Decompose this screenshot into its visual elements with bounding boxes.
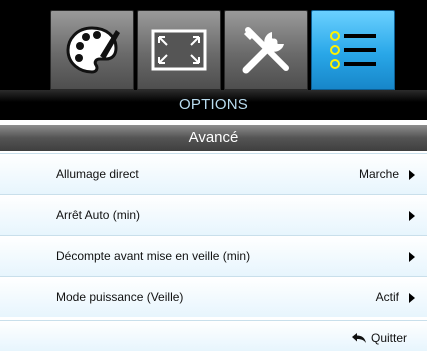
palette-icon [66,26,120,74]
tab-image-settings[interactable] [50,10,134,90]
menu-item-arret-auto[interactable]: Arrêt Auto (min) [0,194,427,235]
menu-item-label: Arrêt Auto (min) [56,208,141,222]
return-arrow-icon [351,333,366,343]
menu-item-allumage-direct[interactable]: Allumage direct Marche [0,153,427,194]
menu-item-label: Mode puissance (Veille) [56,290,184,304]
tab-options[interactable] [311,10,395,90]
chevron-right-icon [409,170,415,180]
chevron-right-icon [409,211,415,221]
chevron-right-icon [409,252,415,262]
screen-resize-icon [151,29,207,71]
page-title: OPTIONS [0,90,427,120]
tools-icon [242,27,289,74]
menu-item-mode-puissance[interactable]: Mode puissance (Veille) Actif [0,276,427,317]
menu-item-decompte-veille[interactable]: Décompte avant mise en veille (min) [0,235,427,276]
footer-bar: Quitter [0,320,427,351]
menu-item-value: Marche [358,167,399,181]
submenu-title: Avancé [0,125,427,151]
chevron-right-icon [409,293,415,303]
menu-tab-bar [0,0,427,90]
menu-item-label: Décompte avant mise en veille (min) [56,249,251,263]
tab-setup[interactable] [224,10,308,90]
menu-item-value: Actif [375,290,399,304]
menu-item-label: Allumage direct [56,167,139,181]
quit-button[interactable]: Quitter [351,331,407,345]
quit-label: Quitter [370,331,407,345]
list-menu-icon [330,31,376,69]
tab-display-settings[interactable] [137,10,221,90]
